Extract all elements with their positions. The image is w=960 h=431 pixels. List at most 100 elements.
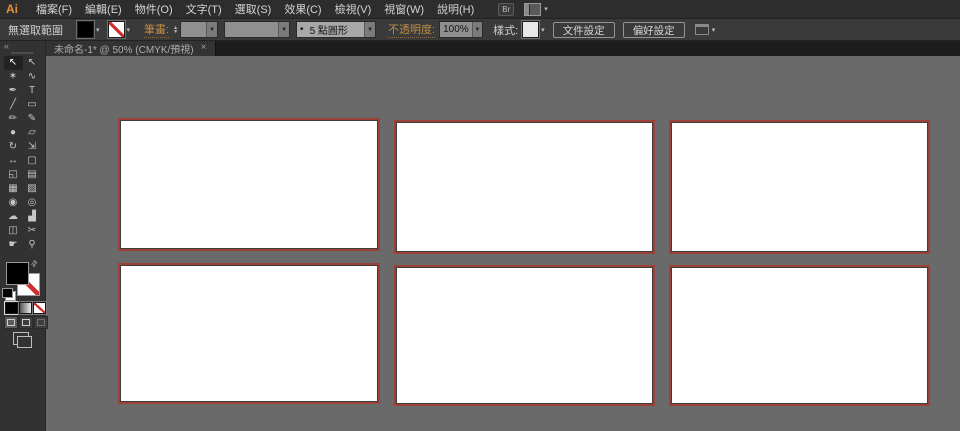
line-segment-tool[interactable]: ╱ [4,98,23,112]
paintbrush-tool[interactable]: ✏ [4,112,23,126]
draw-normal-button[interactable] [4,316,18,329]
eraser-tool[interactable]: ▱ [23,126,42,140]
stroke-weight-select[interactable]: ▼ [180,21,219,38]
free-transform-tool[interactable]: ▢ [23,154,42,168]
opacity-value: 100% [443,24,469,35]
blob-brush-tool[interactable]: ● [4,126,23,140]
chevron-down-icon: ▾ [96,26,100,34]
workspace-icon [524,2,542,16]
artboard-2[interactable] [396,122,653,252]
menu-select[interactable]: 選取(S) [235,1,272,17]
scale-tool[interactable]: ⇲ [23,140,42,154]
artboard-6[interactable] [671,267,928,404]
menu-edit[interactable]: 編輯(E) [85,1,122,17]
color-type-row [5,302,46,314]
stroke-weight-label[interactable]: 筆畫: [144,21,170,38]
pen-tool[interactable]: ✒ [4,84,23,98]
menu-bar-right: Br ▾ [498,2,548,16]
blend-tool[interactable]: ◎ [23,196,42,210]
brush-definition-select[interactable]: • 5 點圓形 ▼ [296,21,377,38]
menu-object[interactable]: 物件(O) [135,1,173,17]
document-tab-title: 未命名-1* @ 50% (CMYK/預視) [54,44,194,56]
mesh-tool[interactable]: ▦ [4,182,23,196]
app-logo: Ai [6,2,18,16]
workspace-switcher-button[interactable]: ▾ [524,2,548,16]
control-panel-menu-button[interactable]: ▾ [694,24,716,35]
width-tool[interactable]: ↔ [4,154,23,168]
rectangle-tool[interactable]: ▭ [23,98,42,112]
type-tool[interactable]: T [23,84,42,98]
menu-view[interactable]: 檢視(V) [335,1,372,17]
menu-effect[interactable]: 效果(C) [284,1,321,17]
stroke-none-swatch[interactable] [107,21,125,38]
chevron-down-icon: ▾ [541,26,545,34]
artboard-3[interactable] [671,122,928,252]
brush-preset-value: 5 點圓形 [309,26,348,37]
artboard-tool[interactable]: ◫ [4,224,23,238]
artboard-5[interactable] [396,267,653,404]
column-graph-tool[interactable]: ▟ [23,210,42,224]
document-setup-button[interactable]: 文件設定 [552,21,615,38]
draw-behind-button[interactable] [19,316,33,329]
fill-color-control[interactable]: ▾ [77,21,100,38]
document-tab[interactable]: 未命名-1* @ 50% (CMYK/預視) × [45,40,217,56]
chevron-down-icon: ▼ [206,22,218,37]
perspective-grid-tool[interactable]: ▤ [23,168,42,182]
chevron-down-icon: ▼ [471,22,483,37]
gradient-button[interactable] [19,302,32,314]
none-button[interactable] [33,302,46,314]
illustrator-window: Ai 檔案(F) 編輯(E) 物件(O) 文字(T) 選取(S) 效果(C) 檢視(V) 視窗… [0,0,960,431]
rotate-tool[interactable]: ↻ [4,140,23,154]
artboard-4[interactable] [120,265,378,402]
collapse-panel-icon[interactable]: « [4,41,9,51]
tab-close-button[interactable]: × [201,43,207,53]
symbol-sprayer-tool[interactable]: ☁ [4,210,23,224]
menu-file[interactable]: 檔案(F) [36,1,72,17]
screen-mode-button[interactable] [13,332,32,348]
document-tab-bar: 未命名-1* @ 50% (CMYK/預視) × [45,40,960,56]
panel-gripper[interactable] [11,52,33,54]
menu-type[interactable]: 文字(T) [186,1,222,17]
opacity-select[interactable]: 100% ▼ [439,21,484,38]
stroke-color-control[interactable]: ▾ [107,21,131,38]
selection-tool[interactable]: ↖ [3,56,23,70]
style-swatch[interactable] [522,21,540,38]
color-button[interactable] [5,302,18,314]
style-label: 樣式: [493,24,519,37]
preferences-button[interactable]: 偏好設定 [622,21,685,38]
canvas[interactable] [45,56,960,431]
gradient-tool[interactable]: ▨ [23,182,42,196]
lasso-tool[interactable]: ∿ [23,70,42,84]
draw-inside-button[interactable] [34,316,48,329]
magic-wand-tool[interactable]: ✶ [4,70,23,84]
swap-fill-stroke-icon[interactable]: ⇄ [29,258,40,269]
chevron-down-icon: ▾ [711,26,716,34]
chevron-down-icon: ▾ [126,26,131,34]
chevron-down-icon: ▼ [278,22,290,37]
panel-icon [694,24,709,35]
menu-items: 檔案(F) 編輯(E) 物件(O) 文字(T) 選取(S) 效果(C) 檢視(V) 視窗(W)… [36,1,474,17]
width-profile-select[interactable]: ▼ [224,21,291,38]
chevron-down-icon: ▼ [364,22,376,37]
style-select[interactable]: ▾ [522,21,545,38]
eyedropper-tool[interactable]: ◉ [4,196,23,210]
opacity-label[interactable]: 不透明度: [388,21,436,38]
zoom-tool[interactable]: ⚲ [23,238,42,252]
fill-indicator[interactable] [6,262,29,285]
artboard-1[interactable] [120,120,378,249]
slice-tool[interactable]: ✂ [23,224,42,238]
direct-selection-tool[interactable]: ↖ [23,56,42,70]
bridge-button[interactable]: Br [498,2,515,16]
chevron-down-icon: ▾ [544,6,548,13]
stroke-weight-stepper[interactable]: ▲ ▼ [173,25,178,34]
hand-tool[interactable]: ☛ [4,238,23,252]
shape-builder-tool[interactable]: ◱ [4,168,23,182]
drawing-modes-row [4,316,48,329]
brush-bullet: • [300,24,304,35]
fill-swatch[interactable] [77,21,94,38]
pencil-tool[interactable]: ✎ [23,112,42,126]
menu-window[interactable]: 視窗(W) [384,1,424,17]
menu-help[interactable]: 說明(H) [437,1,474,17]
menu-bar: Ai 檔案(F) 編輯(E) 物件(O) 文字(T) 選取(S) 效果(C) 檢視(V) 視窗… [0,0,960,19]
default-fill-stroke-icon[interactable] [2,288,13,298]
